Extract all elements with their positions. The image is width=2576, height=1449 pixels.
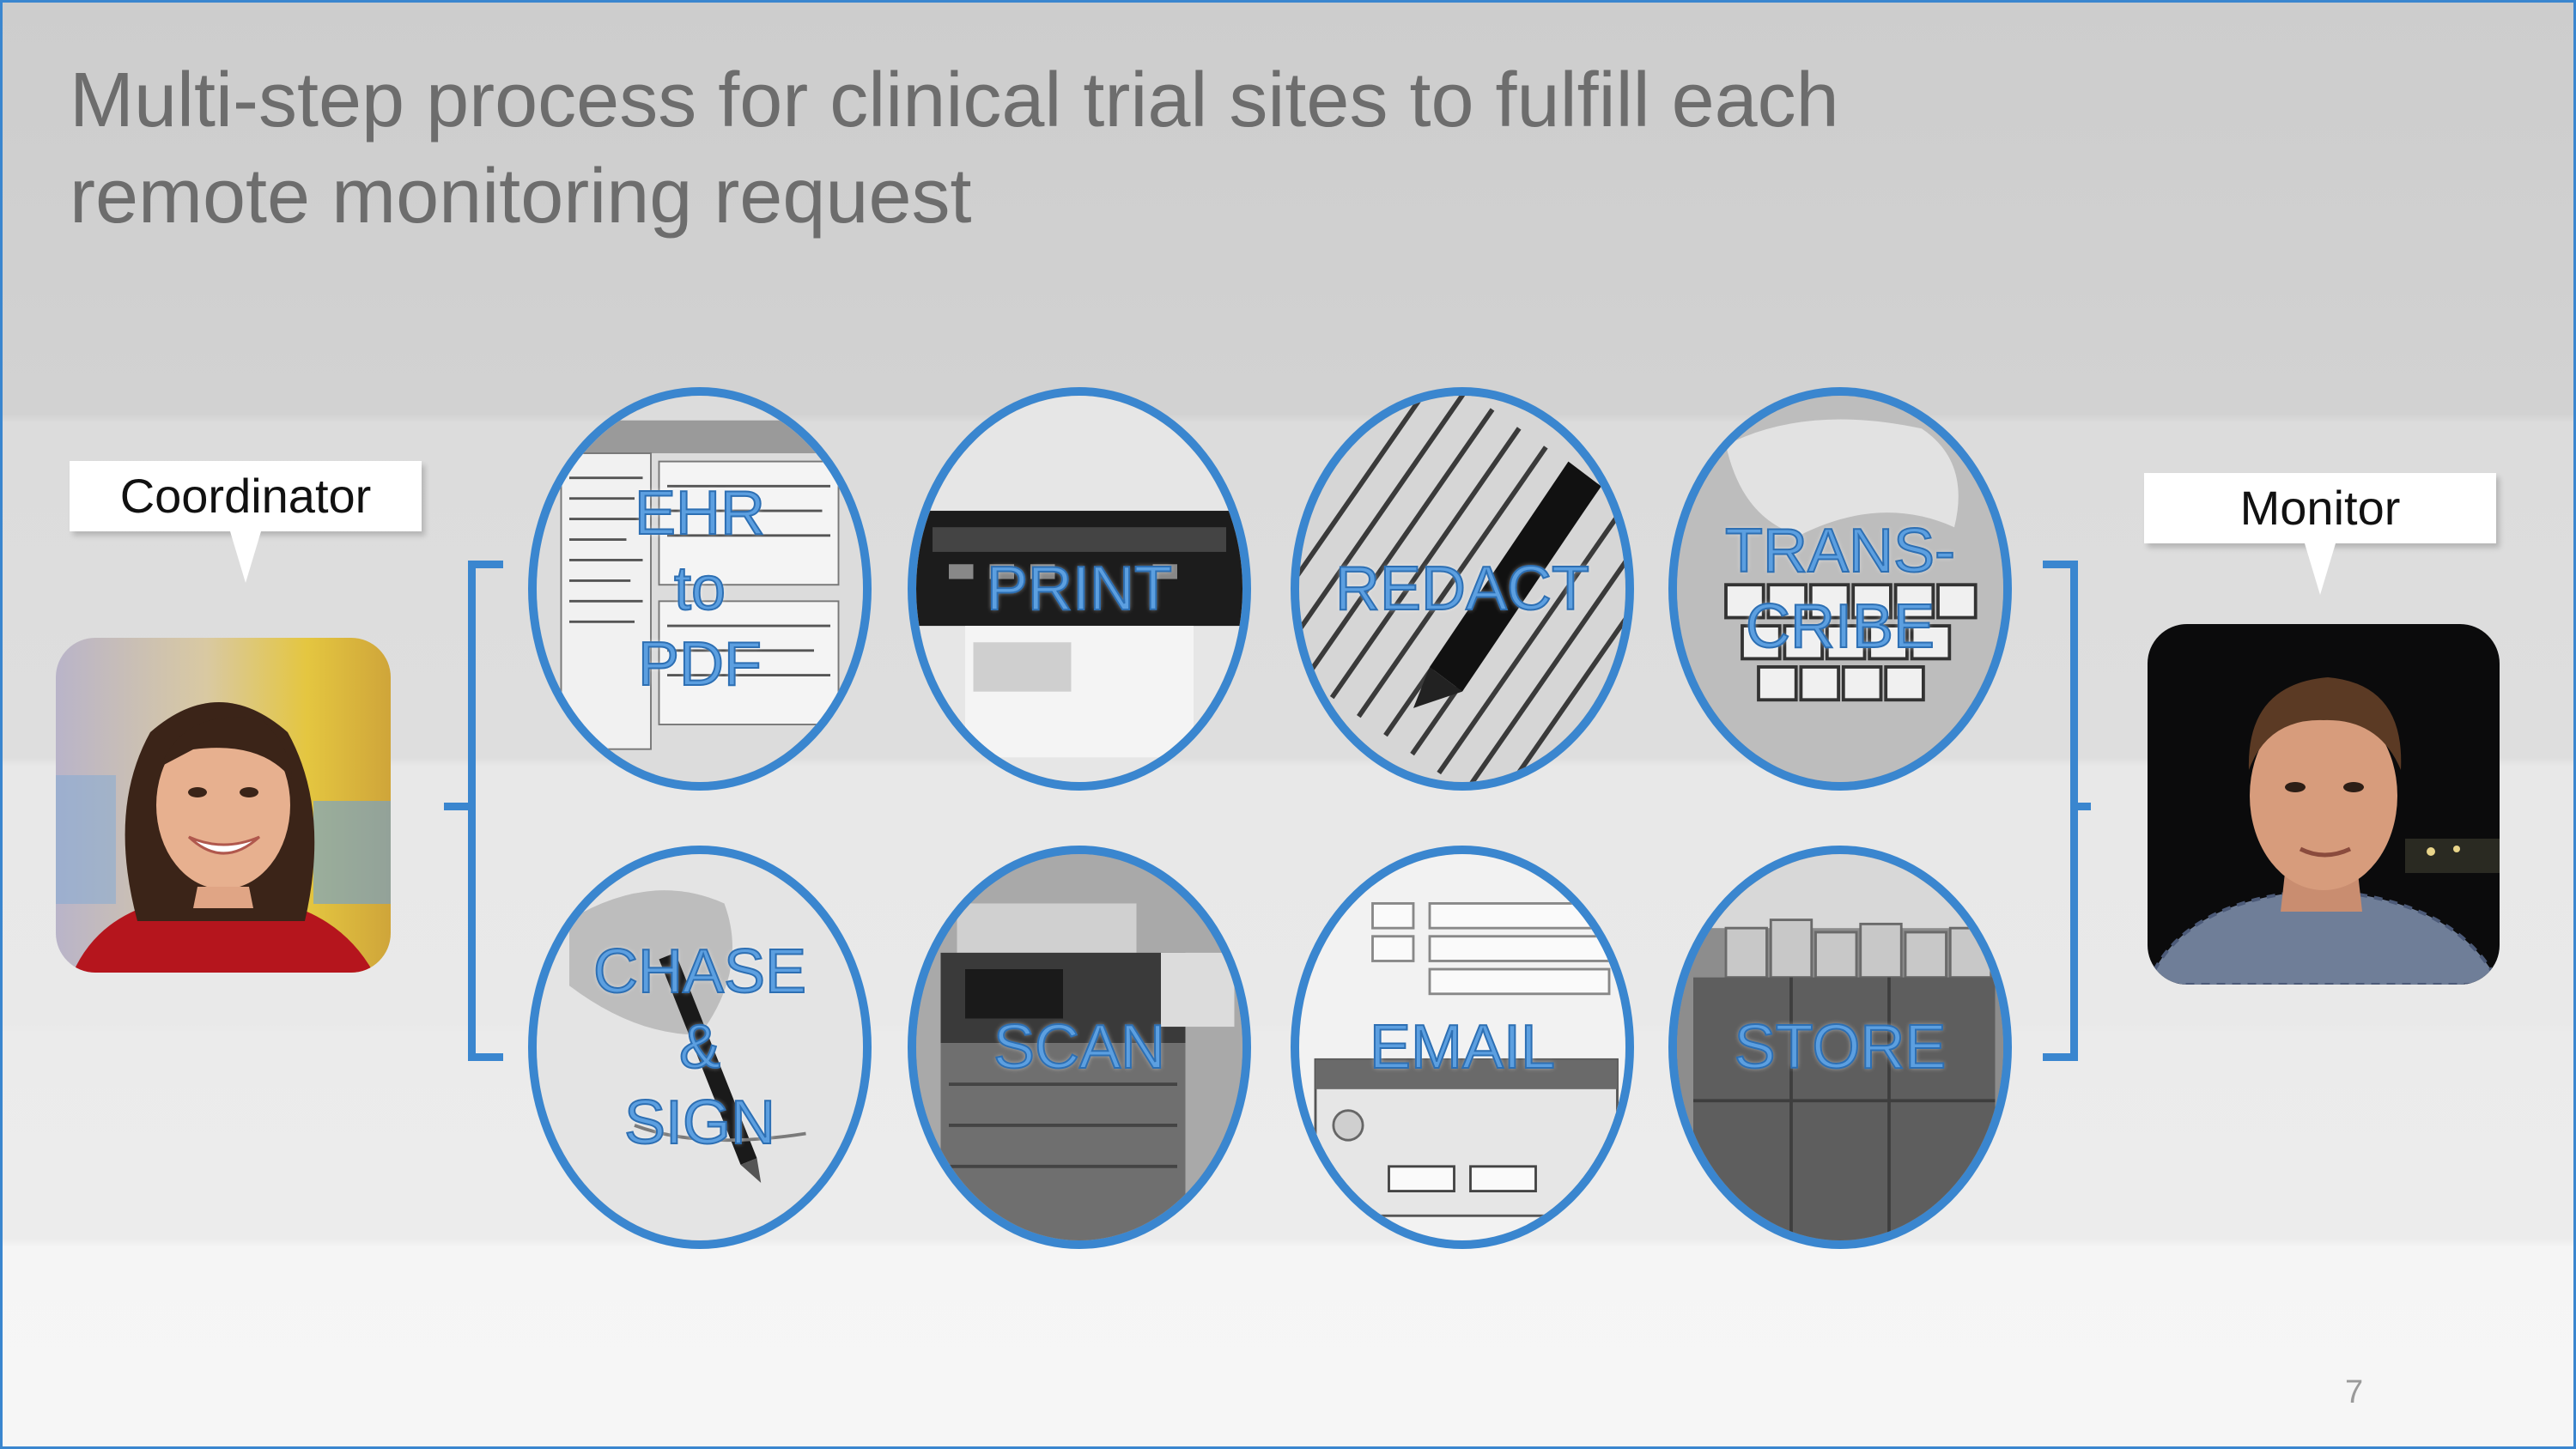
monitor-callout: Monitor [2144, 473, 2496, 595]
coordinator-callout: Coordinator [70, 461, 422, 583]
step-email[interactable]: EMAIL [1291, 846, 1634, 1249]
step-label: EHR to PDF [634, 478, 766, 700]
title-line-2: remote monitoring request [70, 154, 972, 239]
step-label: TRANS- CRIBE [1724, 516, 1956, 662]
monitor-photo [2148, 624, 2500, 985]
step-label: SCAN [993, 1012, 1166, 1082]
step-ehr-to-pdf[interactable]: EHR to PDF [528, 387, 872, 791]
coordinator-label: Coordinator [119, 469, 372, 523]
callout-tail [2305, 543, 2336, 595]
monitor-label: Monitor [2239, 481, 2401, 535]
step-label: PRINT [986, 554, 1173, 624]
left-bracket-nub [444, 803, 473, 810]
step-chase-and-sign[interactable]: CHASE & SIGN [528, 846, 872, 1249]
step-redact[interactable]: REDACT [1291, 387, 1634, 791]
monitor-portrait-image [2148, 624, 2500, 985]
step-scan[interactable]: SCAN [908, 846, 1251, 1249]
step-print[interactable]: PRINT [908, 387, 1251, 791]
coordinator-photo [56, 638, 391, 973]
step-transcribe[interactable]: TRANS- CRIBE [1668, 387, 2012, 791]
coordinator-portrait-image [56, 638, 391, 973]
right-bracket-nub [2070, 803, 2091, 810]
right-bracket [2043, 561, 2078, 1061]
page-number: 7 [2345, 1374, 2364, 1410]
step-label: EMAIL [1369, 1012, 1556, 1082]
step-store[interactable]: STORE [1668, 846, 2012, 1249]
slide-title: Multi-step process for clinical trial si… [70, 52, 2044, 245]
slide: Multi-step process for clinical trial si… [0, 0, 2576, 1449]
step-label: CHASE & SIGN [592, 937, 807, 1158]
callout-tail [230, 531, 261, 583]
step-label: STORE [1734, 1012, 1947, 1082]
title-line-1: Multi-step process for clinical trial si… [70, 58, 1839, 143]
step-label: REDACT [1334, 554, 1590, 624]
left-bracket [468, 561, 503, 1061]
